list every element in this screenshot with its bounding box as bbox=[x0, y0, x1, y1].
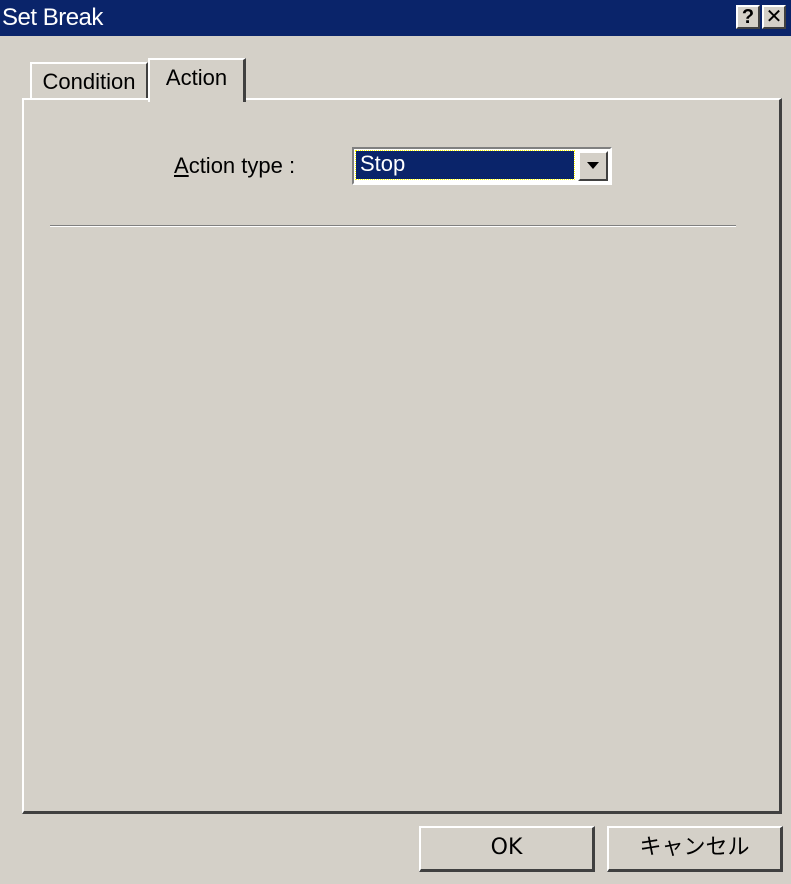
separator-line bbox=[50, 225, 736, 227]
action-type-selected-value[interactable]: Stop bbox=[355, 150, 575, 180]
action-tab-panel bbox=[22, 98, 782, 814]
ok-button[interactable]: OK bbox=[419, 826, 595, 872]
tab-condition[interactable]: Condition bbox=[30, 62, 148, 100]
action-type-label: Action type : bbox=[174, 153, 295, 179]
tab-action[interactable]: Action bbox=[148, 58, 246, 102]
action-type-dropdown[interactable]: Stop bbox=[352, 147, 612, 185]
tab-action-label: Action bbox=[165, 65, 228, 90]
close-icon[interactable]: ✕ bbox=[762, 5, 786, 29]
cancel-button[interactable]: キャンセル bbox=[607, 826, 783, 872]
set-break-dialog: Set Break ? ✕ Condition Action Action ty… bbox=[0, 0, 791, 884]
action-type-label-mnemonic: A bbox=[174, 153, 189, 178]
help-button[interactable]: ? bbox=[736, 5, 760, 29]
tab-condition-label: Condition bbox=[42, 69, 136, 94]
window-title: Set Break bbox=[2, 4, 103, 31]
title-bar[interactable]: Set Break ? ✕ bbox=[0, 0, 791, 36]
chevron-down-icon[interactable] bbox=[578, 151, 608, 181]
action-type-label-text: ction type : bbox=[188, 153, 296, 178]
